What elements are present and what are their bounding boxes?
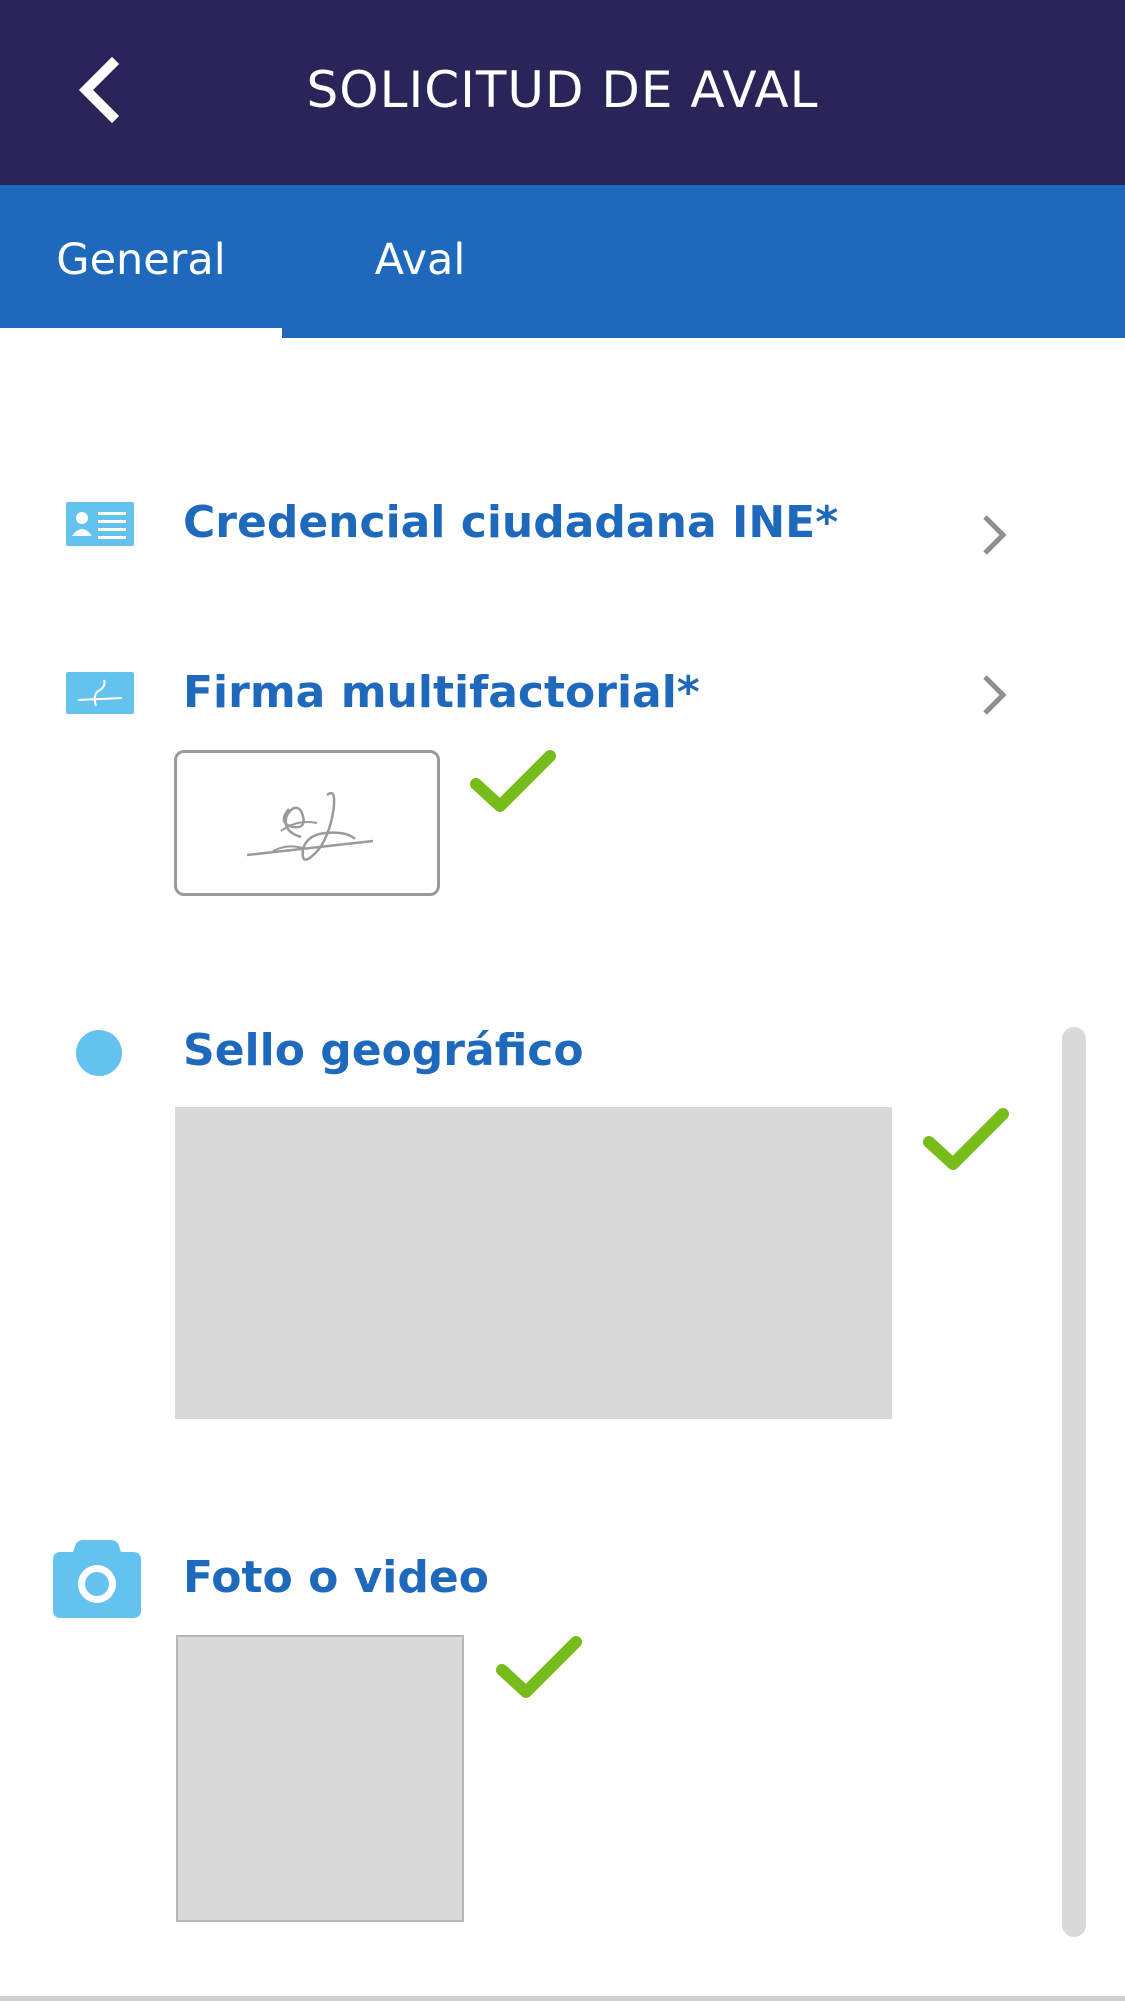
chevron-left-icon <box>70 50 170 130</box>
credencial-chevron-button[interactable] <box>975 505 1015 565</box>
photo-placeholder[interactable] <box>176 1635 464 1922</box>
map-placeholder[interactable] <box>175 1107 892 1419</box>
check-icon <box>468 748 558 818</box>
location-dot-icon <box>76 1030 122 1080</box>
foto-title: Foto o video <box>183 1552 489 1603</box>
signature-icon <box>66 672 134 718</box>
firma-chevron-button[interactable] <box>975 665 1015 725</box>
tab-bar: General Aval <box>0 185 1125 338</box>
sello-title: Sello geográfico <box>183 1025 584 1076</box>
bottom-divider <box>0 1996 1125 2001</box>
chevron-right-icon <box>975 515 1015 569</box>
id-card-icon <box>66 502 134 550</box>
chevron-right-icon <box>975 675 1015 729</box>
scrollbar[interactable] <box>1062 1027 1086 1937</box>
credencial-title[interactable]: Credencial ciudadana INE* <box>183 497 838 548</box>
firma-title[interactable]: Firma multifactorial* <box>183 667 700 718</box>
back-button[interactable] <box>70 50 170 140</box>
check-icon <box>921 1106 1011 1176</box>
tab-general[interactable]: General <box>0 185 282 338</box>
app-screen: SOLICITUD DE AVAL General Aval Credencia… <box>0 0 1125 2001</box>
tab-aval[interactable]: Aval <box>330 185 510 338</box>
top-app-bar: SOLICITUD DE AVAL <box>0 0 1125 185</box>
camera-icon <box>53 1540 141 1622</box>
check-icon <box>494 1634 584 1704</box>
tab-selected-indicator <box>0 328 282 338</box>
signature-preview[interactable] <box>174 750 440 896</box>
